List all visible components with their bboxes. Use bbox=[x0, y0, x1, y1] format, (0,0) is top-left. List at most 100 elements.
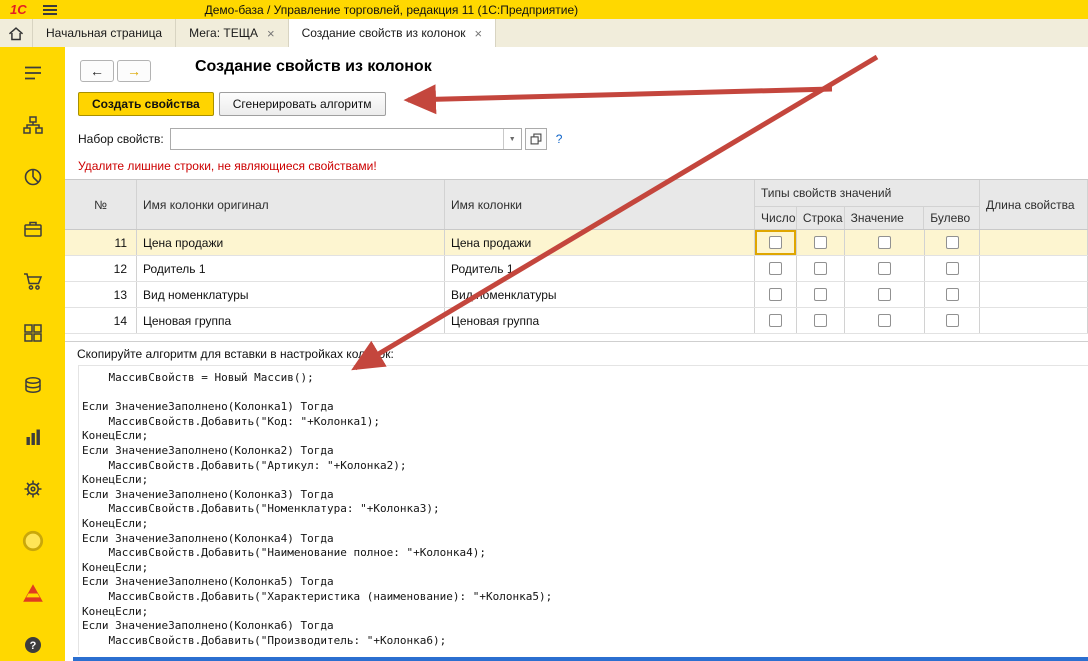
close-icon[interactable]: × bbox=[475, 27, 483, 40]
cell-type-number bbox=[755, 230, 797, 255]
command-bar: Создать свойства Сгенерировать алгоритм bbox=[78, 92, 386, 116]
bottom-edge-bar bbox=[73, 657, 1088, 661]
sidebar-item-warehouse[interactable] bbox=[21, 321, 45, 345]
header-types-label: Типы свойств значений bbox=[755, 180, 979, 207]
section-sidebar: ? bbox=[0, 47, 65, 661]
cell-num: 11 bbox=[65, 230, 137, 255]
nav-forward-button[interactable]: → bbox=[117, 60, 151, 82]
cell-num: 14 bbox=[65, 308, 137, 333]
structure-icon bbox=[22, 116, 43, 134]
header-num: № bbox=[65, 180, 137, 229]
checkbox-boolean[interactable] bbox=[945, 288, 959, 301]
cell-type-value bbox=[845, 230, 925, 255]
header-column-original: Имя колонки оригинал bbox=[137, 180, 445, 229]
cell-type-boolean bbox=[925, 230, 980, 255]
table-row[interactable]: 11 Цена продажи Цена продажи bbox=[65, 230, 1088, 256]
header-length: Длина свойства bbox=[980, 180, 1088, 229]
cell-length bbox=[980, 308, 1088, 333]
help-link[interactable]: ? bbox=[556, 132, 563, 146]
sidebar-item-marker[interactable] bbox=[21, 529, 45, 553]
checkbox-boolean[interactable] bbox=[945, 236, 959, 249]
checkbox-string[interactable] bbox=[814, 314, 827, 327]
question-icon: ? bbox=[24, 637, 41, 653]
sidebar-item-sales[interactable] bbox=[21, 269, 45, 293]
cell-name: Ценовая группа bbox=[445, 308, 755, 333]
sidebar-item-structure[interactable] bbox=[21, 113, 45, 137]
checkbox-string[interactable] bbox=[814, 236, 827, 249]
cell-name: Родитель 1 bbox=[445, 256, 755, 281]
cell-type-number bbox=[755, 256, 797, 281]
checkbox-value[interactable] bbox=[878, 314, 891, 327]
sidebar-item-crm[interactable] bbox=[21, 165, 45, 189]
tab-mega[interactable]: Мега: ТЕЩА × bbox=[176, 19, 289, 47]
gear-icon bbox=[24, 480, 41, 498]
header-types-group: Типы свойств значений Число Строка Значе… bbox=[755, 180, 980, 229]
bar-chart-icon bbox=[26, 429, 40, 445]
create-properties-button[interactable]: Создать свойства bbox=[78, 92, 214, 116]
tab-home-page[interactable]: Начальная страница bbox=[32, 19, 177, 47]
cell-type-number bbox=[755, 308, 797, 333]
property-set-value[interactable] bbox=[171, 129, 503, 149]
modules-icon bbox=[23, 324, 42, 342]
splitter[interactable] bbox=[65, 341, 1088, 342]
sidebar-item-reports[interactable] bbox=[21, 425, 45, 449]
header-column-name: Имя колонки bbox=[445, 180, 755, 229]
checkbox-number[interactable] bbox=[769, 262, 782, 275]
algorithm-code-area[interactable]: МассивСвойств = Новый Массив(); Если Зна… bbox=[78, 365, 1088, 655]
window-title: Демо-база / Управление торговлей, редакц… bbox=[204, 2, 579, 17]
property-set-input[interactable]: ▼ bbox=[169, 128, 522, 150]
pyramid-icon bbox=[22, 584, 43, 602]
checkbox-value[interactable] bbox=[878, 236, 891, 249]
home-button[interactable] bbox=[0, 19, 32, 47]
tab-label: Начальная страница bbox=[46, 26, 163, 40]
columns-table: № Имя колонки оригинал Имя колонки Типы … bbox=[65, 179, 1088, 334]
close-icon[interactable]: × bbox=[267, 27, 275, 40]
sidebar-item-menu[interactable] bbox=[21, 61, 45, 85]
cell-name: Цена продажи bbox=[445, 230, 755, 255]
warning-message: Удалите лишние строки, не являющиеся сво… bbox=[78, 159, 377, 173]
open-button[interactable] bbox=[524, 128, 547, 150]
chevron-down-icon[interactable]: ▼ bbox=[502, 129, 521, 149]
table-row[interactable]: 13 Вид номенклатуры Вид номенклатуры bbox=[65, 282, 1088, 308]
sidebar-item-purchases[interactable] bbox=[21, 217, 45, 241]
checkbox-number[interactable] bbox=[769, 314, 782, 327]
sidebar-item-treasury[interactable] bbox=[21, 373, 45, 397]
sidebar-item-help[interactable]: ? bbox=[21, 633, 45, 657]
cell-type-number bbox=[755, 282, 797, 307]
table-row[interactable]: 14 Ценовая группа Ценовая группа bbox=[65, 308, 1088, 334]
cell-type-boolean bbox=[925, 256, 980, 281]
checkbox-value[interactable] bbox=[878, 262, 891, 275]
page-title: Создание свойств из колонок bbox=[195, 58, 432, 75]
cell-type-boolean bbox=[925, 282, 980, 307]
table-header: № Имя колонки оригинал Имя колонки Типы … bbox=[65, 179, 1088, 230]
1c-logo: 1С bbox=[10, 2, 27, 17]
cell-type-value bbox=[845, 282, 925, 307]
table-row[interactable]: 12 Родитель 1 Родитель 1 bbox=[65, 256, 1088, 282]
money-icon bbox=[24, 377, 41, 393]
sidebar-item-settings[interactable] bbox=[21, 477, 45, 501]
tab-bar: Начальная страница Мега: ТЕЩА × Создание… bbox=[0, 19, 1088, 47]
tab-create-properties[interactable]: Создание свойств из колонок × bbox=[288, 19, 497, 47]
sidebar-item-pyramid[interactable] bbox=[21, 581, 45, 605]
cell-type-string bbox=[797, 256, 845, 281]
header-type-number: Число bbox=[755, 207, 797, 229]
checkbox-value[interactable] bbox=[878, 288, 891, 301]
nav-back-button[interactable]: ← bbox=[80, 60, 114, 82]
checkbox-number[interactable] bbox=[769, 288, 782, 301]
checkbox-string[interactable] bbox=[814, 262, 827, 275]
generate-algorithm-button[interactable]: Сгенерировать алгоритм bbox=[218, 92, 386, 116]
cell-type-string bbox=[797, 282, 845, 307]
cell-type-boolean bbox=[925, 308, 980, 333]
form-create-properties: ← → Создание свойств из колонок Создать … bbox=[65, 47, 1088, 661]
cell-original: Цена продажи bbox=[137, 230, 445, 255]
circle-icon bbox=[22, 530, 43, 552]
checkbox-boolean[interactable] bbox=[945, 314, 959, 327]
checkbox-number[interactable] bbox=[769, 236, 782, 249]
app-window: 1С Демо-база / Управление торговлей, ред… bbox=[0, 0, 1088, 661]
checkbox-string[interactable] bbox=[814, 288, 827, 301]
header-type-boolean: Булево bbox=[930, 211, 971, 225]
cell-type-value bbox=[845, 308, 925, 333]
checkbox-boolean[interactable] bbox=[945, 262, 959, 275]
main-menu-icon[interactable] bbox=[42, 4, 57, 15]
pie-chart-icon bbox=[24, 168, 41, 186]
